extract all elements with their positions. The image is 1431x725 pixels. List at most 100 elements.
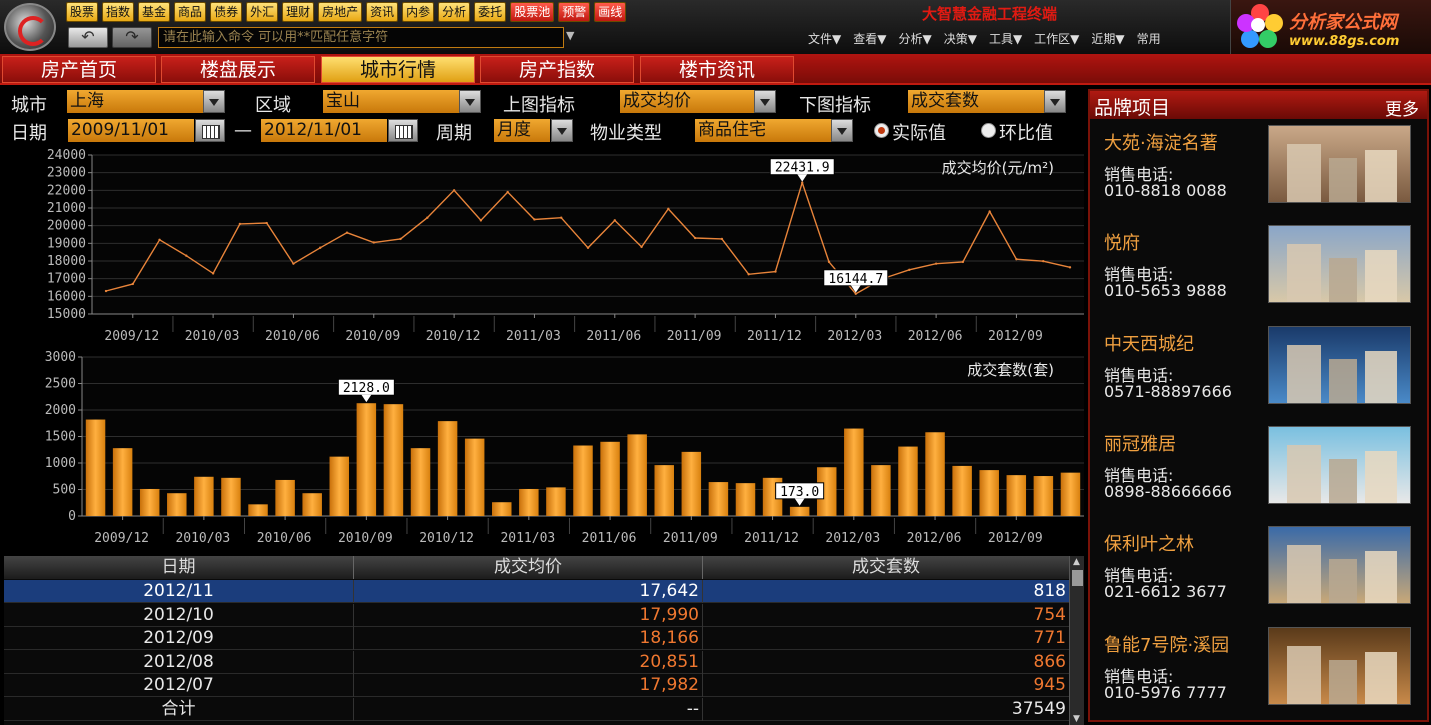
project-name[interactable]: 大苑·海淀名著 bbox=[1104, 129, 1218, 155]
property-type-dropdown-icon[interactable] bbox=[831, 119, 853, 142]
project-image[interactable] bbox=[1268, 325, 1411, 404]
radio-mom[interactable] bbox=[981, 123, 996, 138]
lower-indicator-dropdown-icon[interactable] bbox=[1044, 90, 1066, 113]
module-button[interactable]: 内参 bbox=[402, 2, 435, 22]
period-select[interactable]: 月度 bbox=[494, 119, 550, 142]
tab-item[interactable]: 楼市资讯 bbox=[640, 56, 794, 83]
project-item[interactable]: 鲁能7号院·溪园 销售电话: 010-5976 7777 bbox=[1090, 623, 1427, 723]
module-button[interactable]: 商品 bbox=[174, 2, 207, 22]
scroll-down-icon[interactable]: ▼ bbox=[1073, 714, 1080, 724]
project-item[interactable]: 中天西城纪 销售电话: 0571-88897666 bbox=[1090, 322, 1427, 422]
table-row[interactable]: 2012/07 17,982 945 bbox=[4, 674, 1069, 697]
module-button[interactable]: 债券 bbox=[210, 2, 243, 22]
panel-header: 品牌项目 更多 bbox=[1090, 91, 1427, 120]
project-name[interactable]: 中天西城纪 bbox=[1104, 330, 1194, 356]
upper-indicator-select[interactable]: 成交均价 bbox=[620, 90, 754, 113]
count-bar bbox=[221, 477, 241, 516]
price-point bbox=[292, 262, 295, 265]
menu-item[interactable]: 分析▼ bbox=[898, 30, 931, 47]
count-bar bbox=[654, 465, 674, 516]
table-row[interactable]: 2012/09 18,166 771 bbox=[4, 627, 1069, 650]
app-logo-icon[interactable] bbox=[4, 3, 56, 51]
menu-item[interactable]: 文件▼ bbox=[808, 30, 841, 47]
more-link[interactable]: 更多 bbox=[1385, 95, 1419, 120]
forward-arrow-icon[interactable]: ↷ bbox=[112, 27, 152, 48]
table-total-row[interactable]: 合计 -- 37549 bbox=[4, 697, 1069, 721]
phone-number: 010-8818 0088 bbox=[1104, 181, 1227, 200]
district-select[interactable]: 宝山 bbox=[323, 90, 459, 113]
date-from-calendar-icon[interactable] bbox=[195, 119, 225, 142]
y-tick-label: 500 bbox=[53, 483, 76, 498]
module-button[interactable]: 画线 bbox=[594, 2, 627, 22]
project-name[interactable]: 悦府 bbox=[1104, 229, 1140, 255]
module-button[interactable]: 理财 bbox=[282, 2, 315, 22]
module-button[interactable]: 房地产 bbox=[318, 2, 363, 22]
brand-name: 分析家公式网 bbox=[1289, 12, 1397, 33]
date-from-input[interactable]: 2009/11/01 bbox=[68, 119, 194, 142]
project-image[interactable] bbox=[1268, 225, 1411, 304]
property-type-select[interactable]: 商品住宅 bbox=[695, 119, 831, 142]
menu-item[interactable]: 查看▼ bbox=[853, 30, 886, 47]
project-image[interactable] bbox=[1268, 425, 1411, 504]
menu-item[interactable]: 决策▼ bbox=[944, 30, 977, 47]
period-label: 周期 bbox=[436, 123, 472, 144]
table-scrollbar[interactable]: ▲ ▼ bbox=[1069, 556, 1084, 725]
project-name[interactable]: 鲁能7号院·溪园 bbox=[1104, 631, 1229, 657]
district-dropdown-icon[interactable] bbox=[459, 90, 481, 113]
tab-item[interactable]: 楼盘展示 bbox=[161, 56, 315, 83]
project-name[interactable]: 保利叶之林 bbox=[1104, 530, 1194, 556]
main-tabs: 房产首页 楼盘展示 城市行情 房产指数 楼市资讯 bbox=[0, 54, 1431, 85]
date-to-input[interactable]: 2012/11/01 bbox=[261, 119, 387, 142]
project-item[interactable]: 丽冠雅居 销售电话: 0898-88666666 bbox=[1090, 422, 1427, 522]
table-row[interactable]: 2012/10 17,990 754 bbox=[4, 603, 1069, 627]
project-image[interactable] bbox=[1268, 125, 1411, 203]
project-item[interactable]: 悦府 销售电话: 010-5653 9888 bbox=[1090, 221, 1427, 321]
cell-date: 2012/10 bbox=[4, 603, 354, 627]
project-item[interactable]: 大苑·海淀名著 销售电话: 010-8818 0088 bbox=[1090, 121, 1427, 221]
lower-indicator-select[interactable]: 成交套数 bbox=[908, 90, 1044, 113]
city-dropdown-icon[interactable] bbox=[203, 90, 225, 113]
cell-price: 17,642 bbox=[354, 580, 703, 603]
module-button[interactable]: 分析 bbox=[438, 2, 471, 22]
command-input[interactable]: 请在此输入命令 可以用**匹配任意字符 bbox=[158, 27, 564, 48]
scroll-up-icon[interactable]: ▲ bbox=[1073, 557, 1080, 567]
menu-item[interactable]: 工具▼ bbox=[989, 30, 1022, 47]
module-button[interactable]: 股票 bbox=[66, 2, 99, 22]
table-row[interactable]: 2012/08 20,851 866 bbox=[4, 650, 1069, 674]
property-type-label: 物业类型 bbox=[590, 123, 662, 144]
menu-item[interactable]: 近期▼ bbox=[1091, 30, 1124, 47]
project-item[interactable]: 保利叶之林 销售电话: 021-6612 3677 bbox=[1090, 522, 1427, 622]
tab-item[interactable]: 房产指数 bbox=[480, 56, 634, 83]
header-price[interactable]: 成交均价 bbox=[354, 556, 703, 579]
scroll-thumb[interactable] bbox=[1072, 570, 1083, 586]
date-to-calendar-icon[interactable] bbox=[388, 119, 418, 142]
module-button[interactable]: 外汇 bbox=[246, 2, 279, 22]
tab-item[interactable]: 房产首页 bbox=[2, 56, 156, 83]
module-button[interactable]: 预警 bbox=[558, 2, 591, 22]
module-button[interactable]: 指数 bbox=[102, 2, 135, 22]
project-name[interactable]: 丽冠雅居 bbox=[1104, 430, 1176, 456]
table-row[interactable]: 2012/11 17,642 818 bbox=[4, 580, 1069, 603]
tab-item[interactable]: 城市行情 bbox=[321, 56, 475, 83]
count-bar bbox=[1006, 475, 1027, 516]
top-toolbar: 股票 指数 基金 商品 债券 外汇 理财 房地产 资讯 内参 分析 委托 股票池 预警 画线 大智慧金融工程… bbox=[0, 0, 1431, 54]
command-dropdown-icon[interactable]: ▼ bbox=[566, 29, 574, 42]
header-count[interactable]: 成交套数 bbox=[703, 556, 1069, 579]
city-select[interactable]: 上海 bbox=[67, 90, 203, 113]
project-image[interactable] bbox=[1268, 626, 1411, 705]
menu-item[interactable]: 工作区▼ bbox=[1034, 30, 1079, 47]
radio-actual[interactable] bbox=[874, 123, 889, 138]
count-bar bbox=[139, 488, 160, 516]
upper-indicator-dropdown-icon[interactable] bbox=[754, 90, 776, 113]
price-point bbox=[720, 237, 724, 241]
module-button[interactable]: 基金 bbox=[138, 2, 171, 22]
period-dropdown-icon[interactable] bbox=[551, 119, 573, 142]
module-button[interactable]: 资讯 bbox=[366, 2, 399, 22]
module-button[interactable]: 委托 bbox=[474, 2, 507, 22]
back-arrow-icon[interactable]: ↶ bbox=[68, 27, 108, 48]
module-button[interactable]: 股票池 bbox=[510, 2, 555, 22]
menu-item[interactable]: 常用 bbox=[1137, 30, 1161, 47]
header-date[interactable]: 日期 bbox=[4, 556, 354, 579]
project-image[interactable] bbox=[1268, 526, 1411, 605]
city-label: 城市 bbox=[11, 95, 47, 116]
